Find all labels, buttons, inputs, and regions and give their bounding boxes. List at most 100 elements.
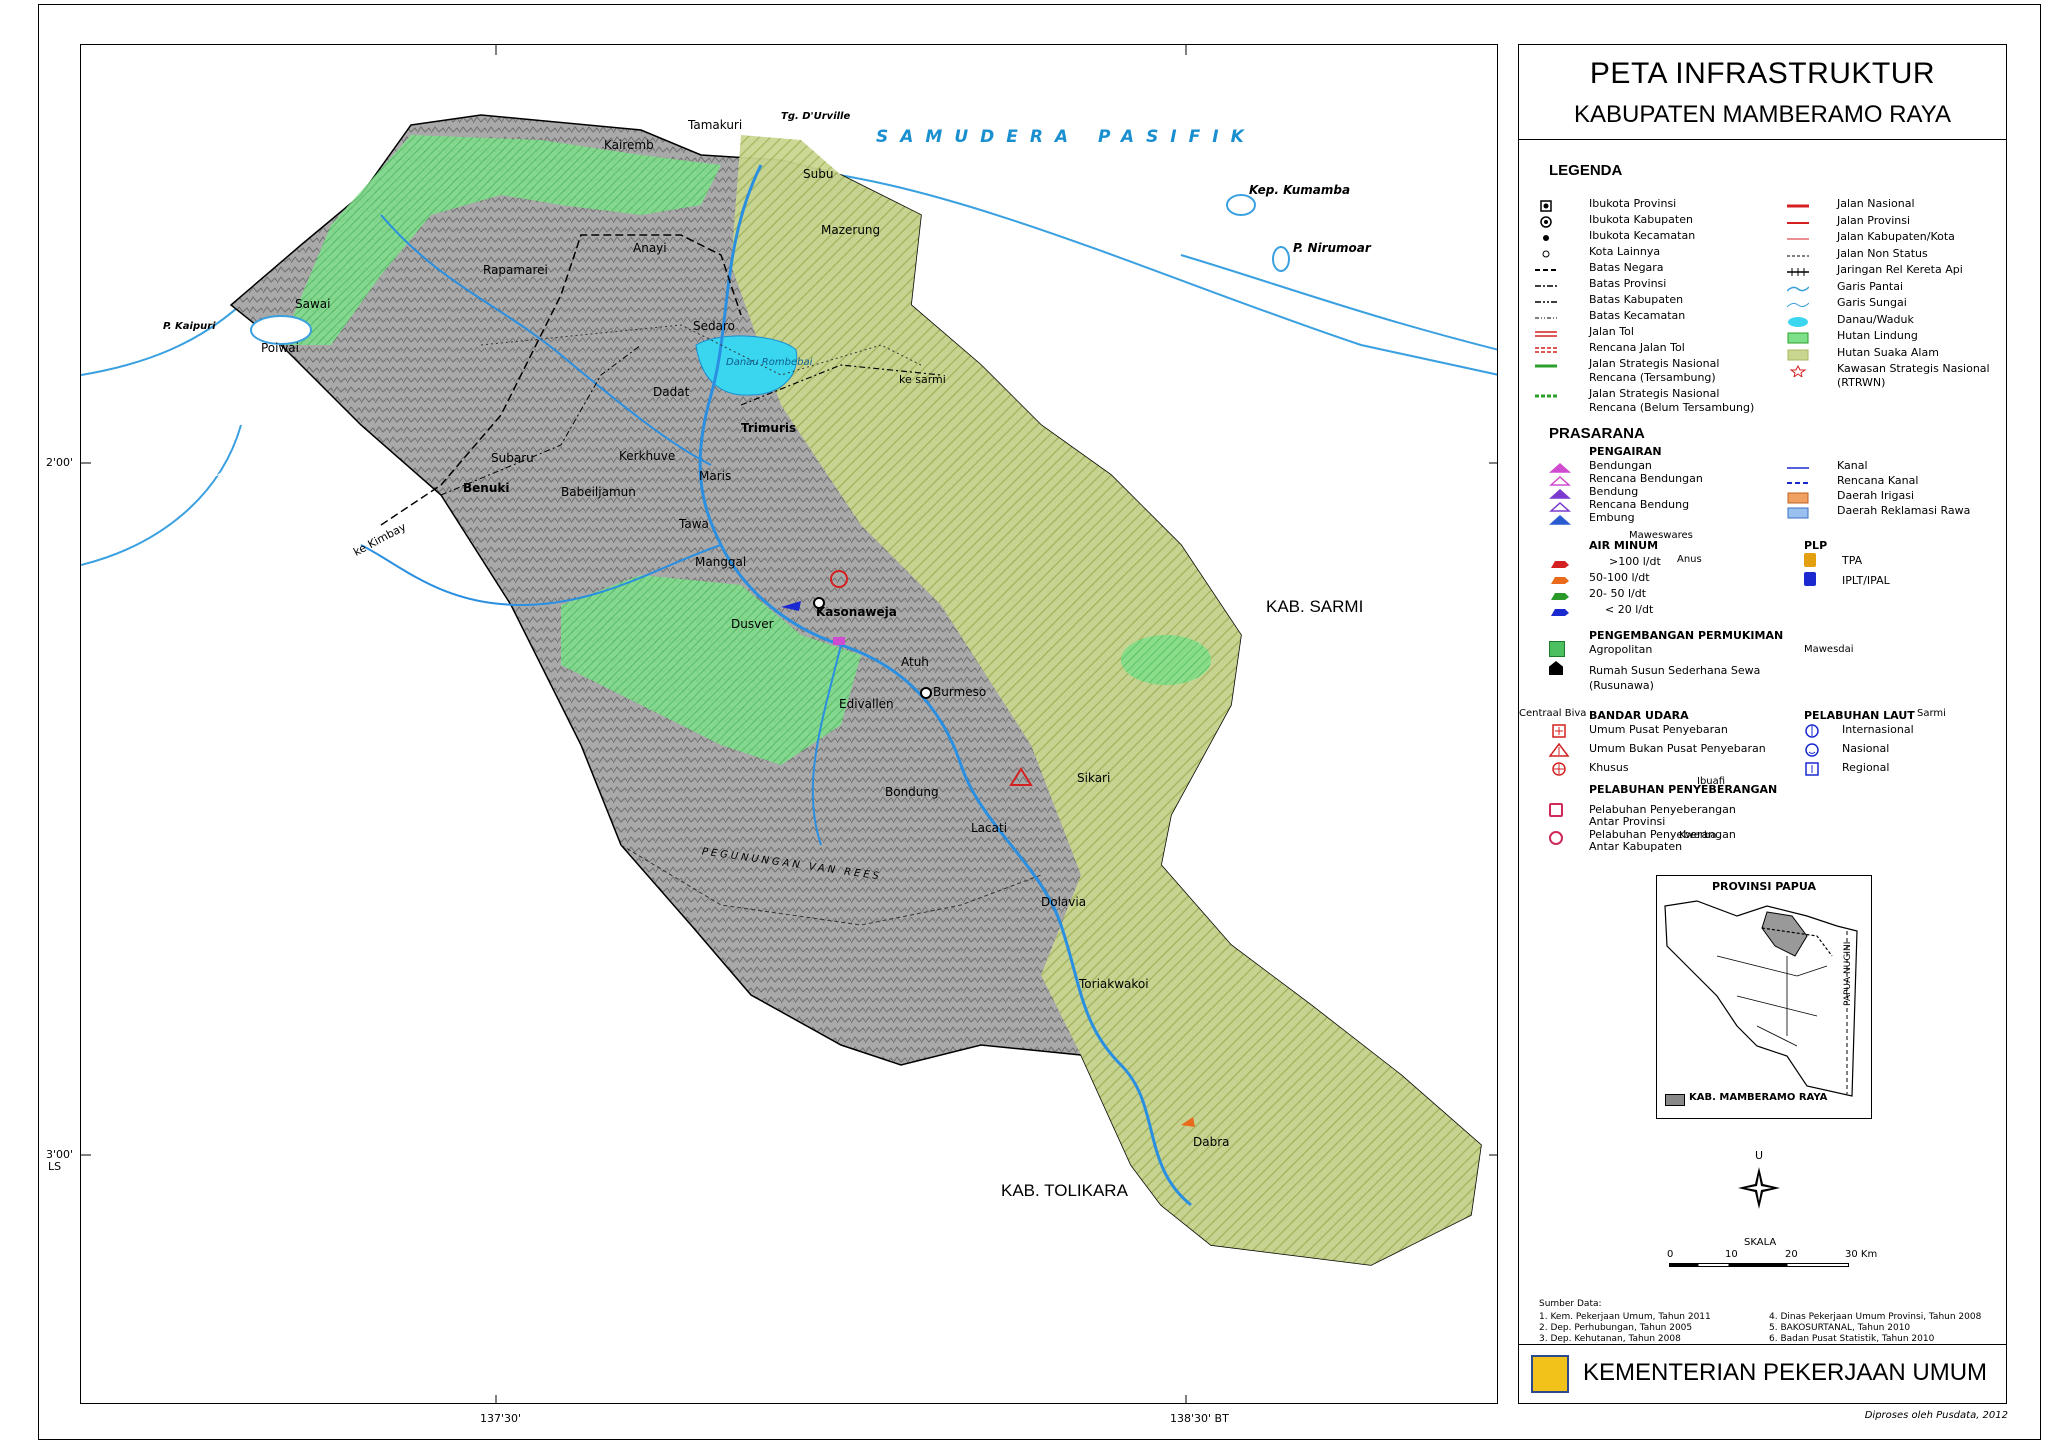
overlay-kwerba: Kwerba — [1679, 830, 1717, 841]
strategic-area-star-icon — [1787, 362, 1809, 379]
overlay-sarmi: Sarmi — [1917, 708, 1946, 719]
air-minum-item-0: >100 l/dt — [1609, 555, 1661, 568]
legend-right-item-3: Jalan Non Status — [1837, 246, 1928, 260]
coastline-bay — [81, 424, 242, 566]
seaport-type-icon-0 — [1804, 723, 1826, 738]
town-poiwai: Poiwai — [261, 341, 299, 355]
island-label-kaipuri: P. Kaipuri — [163, 321, 216, 332]
legend-right-item-6: Garis Sungai — [1837, 296, 1907, 309]
coastline-east — [1180, 254, 1497, 351]
other-city-icon — [1535, 245, 1557, 258]
agropolitan-icon — [1549, 641, 1565, 657]
island-label-nirumoar: P. Nirumoar — [1293, 241, 1371, 255]
legend-right-item-4: Jaringan Rel Kereta Api — [1837, 263, 1963, 276]
water-supply-icon-0 — [1549, 555, 1571, 568]
pengairan-left-0: Bendungan — [1589, 459, 1652, 472]
seaport-type-icon-1 — [1804, 742, 1826, 757]
ferry-regency-icon — [1549, 831, 1563, 845]
source-right-2: 6. Badan Pusat Statistik, Tahun 2010 — [1769, 1334, 1935, 1344]
plp-iplt: IPLT/IPAL — [1842, 574, 1890, 587]
airport-heading: BANDAR UDARA — [1589, 709, 1689, 722]
airport-item-1: Umum Bukan Pusat Penyebaran — [1589, 742, 1766, 755]
pengairan-right-1: Rencana Kanal — [1837, 474, 1919, 487]
sources-heading: Sumber Data: — [1539, 1299, 1602, 1309]
strategic-road-connected-line — [1535, 357, 1557, 369]
legend-left-item-10-line2: Rencana (Tersambung) — [1589, 371, 1716, 384]
town-maris: Maris — [699, 469, 732, 483]
pengairan-right-icon-2 — [1787, 489, 1809, 504]
dam-icon — [833, 637, 845, 645]
legend-right-item-0: Jalan Nasional — [1837, 197, 1915, 210]
capital-regency-icon — [1535, 213, 1557, 228]
lat-suffix: LS — [48, 1160, 62, 1173]
legend-left-item-11-line2: Rencana (Belum Tersambung) — [1589, 401, 1755, 414]
town-kairemb: Kairemb — [604, 138, 654, 152]
permukiman-rusunawa-abbr: (Rusunawa) — [1589, 679, 1654, 692]
lon-label-2: 138'30' BT — [1170, 1412, 1229, 1425]
burmeso-capital-icon — [920, 687, 932, 699]
pengairan-right-0: Kanal — [1837, 459, 1868, 472]
pengairan-right-2: Daerah Irigasi — [1837, 489, 1915, 502]
inset-legend-label: KAB. MAMBERAMO RAYA — [1689, 1092, 1828, 1103]
sea-label: SAMUDERA PASIFIK — [876, 127, 1256, 147]
seaport-heading: PELABUHAN LAUT — [1804, 709, 1915, 722]
tpa-icon — [1804, 553, 1816, 567]
ferry-heading: PELABUHAN PENYEBERANGAN — [1589, 783, 1778, 796]
lon-label-1: 137'30' — [480, 1412, 522, 1425]
legend-right-item-1: Jalan Provinsi — [1837, 213, 1911, 227]
lake-icon — [1787, 313, 1809, 327]
rusunawa-icon — [1549, 661, 1563, 675]
town-subaru: Subaru — [491, 451, 534, 465]
inset-papua-outline — [1664, 900, 1858, 1097]
scale-tick-0: 0 — [1667, 1249, 1674, 1260]
map-canvas[interactable]: SAMUDERA PASIFIK KAB. SARMI KAB. TOLIKAR… — [80, 44, 1498, 1404]
air-minum-item-2: 20- 50 l/dt — [1589, 587, 1647, 600]
iplt-icon — [1804, 572, 1816, 586]
scale-title: SKALA — [1744, 1237, 1777, 1248]
town-atuh: Atuh — [901, 655, 929, 669]
lake-label: Danau Rombebai — [726, 357, 813, 368]
nature-reserve-icon — [1787, 346, 1809, 360]
town-lacati: Lacati — [971, 821, 1008, 835]
province-road-line — [1787, 214, 1809, 226]
legend-right-item-9: Hutan Suaka Alam — [1837, 345, 1939, 359]
source-left-2: 3. Dep. Kehutanan, Tahun 2008 — [1539, 1334, 1681, 1344]
pengairan-icon-0 — [1549, 459, 1571, 473]
inset-side-label: PAPUA NUGINI — [1843, 941, 1853, 1006]
overlay-centraal-biva: Centraal Biva — [1519, 708, 1587, 719]
legend-right-item-10-line2: (RTRWN) — [1837, 376, 1886, 389]
title-separator — [1519, 139, 2006, 140]
town-dolavia: Dolavia — [1041, 895, 1087, 909]
town-manggal: Manggal — [695, 555, 747, 569]
seaport-item-1: Nasional — [1842, 742, 1890, 755]
island-nirumoar — [1272, 246, 1290, 272]
pengairan-left-1: Rencana Bendungan — [1589, 472, 1703, 485]
coastline-west — [81, 294, 252, 376]
road-label-sarmi: ke sarmi — [899, 373, 946, 386]
district-border-line — [1535, 309, 1557, 321]
ferry-provincial-icon — [1549, 803, 1563, 817]
legend-right-item-7: Danau/Waduk — [1837, 312, 1914, 326]
plp-heading: PLP — [1804, 539, 1828, 552]
airport-type-icon-1 — [1548, 742, 1571, 757]
town-sikari: Sikari — [1077, 771, 1111, 785]
overlay-anus: Anus — [1677, 554, 1702, 565]
town-mazerung: Mazerung — [821, 223, 881, 237]
legend-left-item-9: Rencana Jalan Tol — [1589, 341, 1685, 354]
region-label-sarmi: KAB. SARMI — [1266, 597, 1364, 616]
town-dusver: Dusver — [731, 617, 774, 631]
regency-border-line — [1535, 293, 1557, 305]
town-bondung: Bondung — [885, 785, 939, 799]
pengairan-icon-4 — [1549, 511, 1571, 525]
seaport-item-2: Regional — [1842, 761, 1890, 774]
country-border-line — [1535, 261, 1557, 273]
legend-left-item-1: Ibukota Kabupaten — [1589, 213, 1693, 226]
permukiman-rusunawa: Rumah Susun Sederhana Sewa — [1589, 664, 1761, 677]
pengairan-icon-1 — [1549, 472, 1571, 486]
legend-left-item-8: Jalan Tol — [1589, 325, 1634, 338]
overlay-ibuafi: Ibuafi — [1697, 776, 1726, 787]
island-kaipuri — [250, 315, 312, 345]
air-minum-item-3: < 20 l/dt — [1605, 603, 1654, 616]
water-supply-icon-2 — [1549, 587, 1571, 600]
toll-road-line — [1535, 325, 1557, 337]
